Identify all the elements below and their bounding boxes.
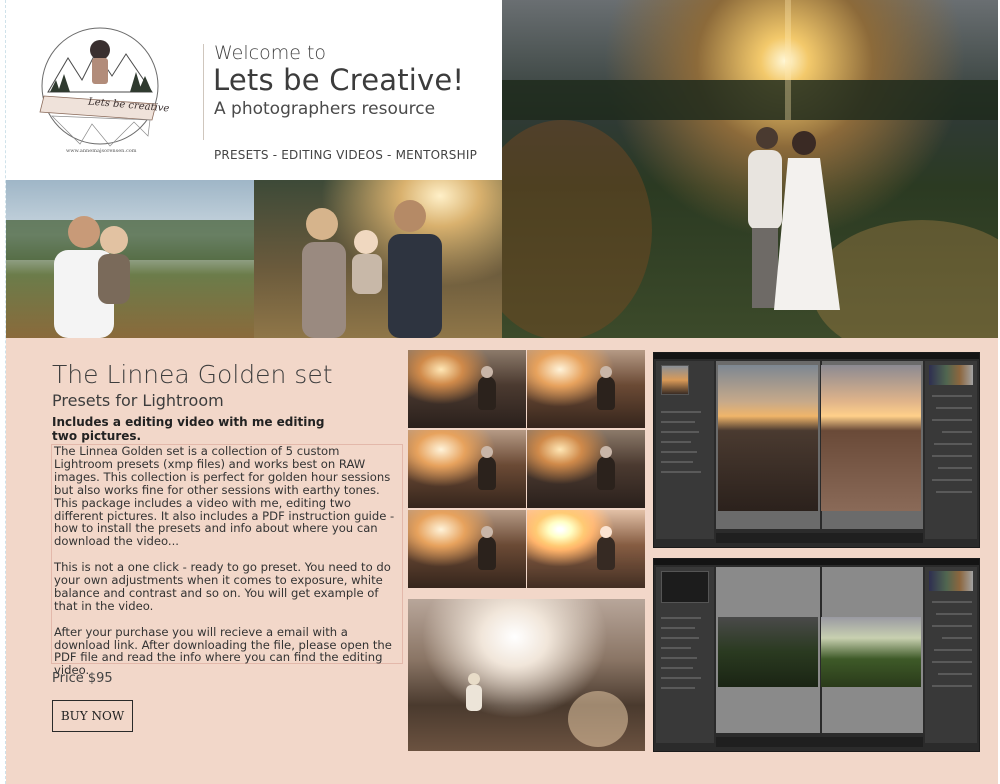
product-description: The Linnea Golden set is a collection of… — [51, 444, 403, 677]
nav-links[interactable]: PRESETS - EDITING VIDEOS - MENTORSHIP — [214, 148, 477, 162]
preset-preview-1 — [408, 350, 526, 428]
welcome-text: Welcome to — [214, 42, 327, 64]
preset-preview-5 — [408, 510, 526, 588]
site-logo[interactable]: Lets be creative www.annemajsorensen.com — [30, 24, 170, 156]
preset-preview-3 — [408, 430, 526, 508]
preset-preview-4 — [527, 430, 645, 508]
site-title: Lets be Creative! — [213, 63, 465, 97]
product-price: Price $95 — [52, 671, 113, 686]
description-paragraph: This is not a one click - ready to go pr… — [54, 560, 391, 613]
logo-url: www.annemajsorensen.com — [66, 148, 137, 154]
buy-now-button[interactable]: BUY NOW — [52, 700, 133, 732]
product-includes: Includes a editing video with me editing… — [52, 415, 325, 443]
description-paragraph: The Linnea Golden set is a collection of… — [54, 444, 395, 549]
hero-photo-couple — [502, 0, 998, 338]
preset-preview-6 — [527, 510, 645, 588]
lightroom-screenshot-1 — [653, 352, 980, 548]
header-divider — [203, 44, 204, 140]
product-title: The Linnea Golden set — [52, 360, 333, 389]
description-paragraph: After your purchase you will recieve a e… — [54, 624, 392, 678]
girl-field-photo — [408, 599, 645, 751]
lightroom-screenshot-2 — [653, 558, 980, 752]
preset-preview-2 — [527, 350, 645, 428]
tagline: A photographers resource — [214, 99, 436, 119]
header-panel: Lets be creative www.annemajsorensen.com… — [6, 2, 502, 180]
family-photo-2 — [254, 180, 502, 338]
product-subtitle: Presets for Lightroom — [52, 391, 224, 410]
family-photo-1 — [6, 180, 254, 338]
logo-mountain-icon — [39, 27, 159, 147]
